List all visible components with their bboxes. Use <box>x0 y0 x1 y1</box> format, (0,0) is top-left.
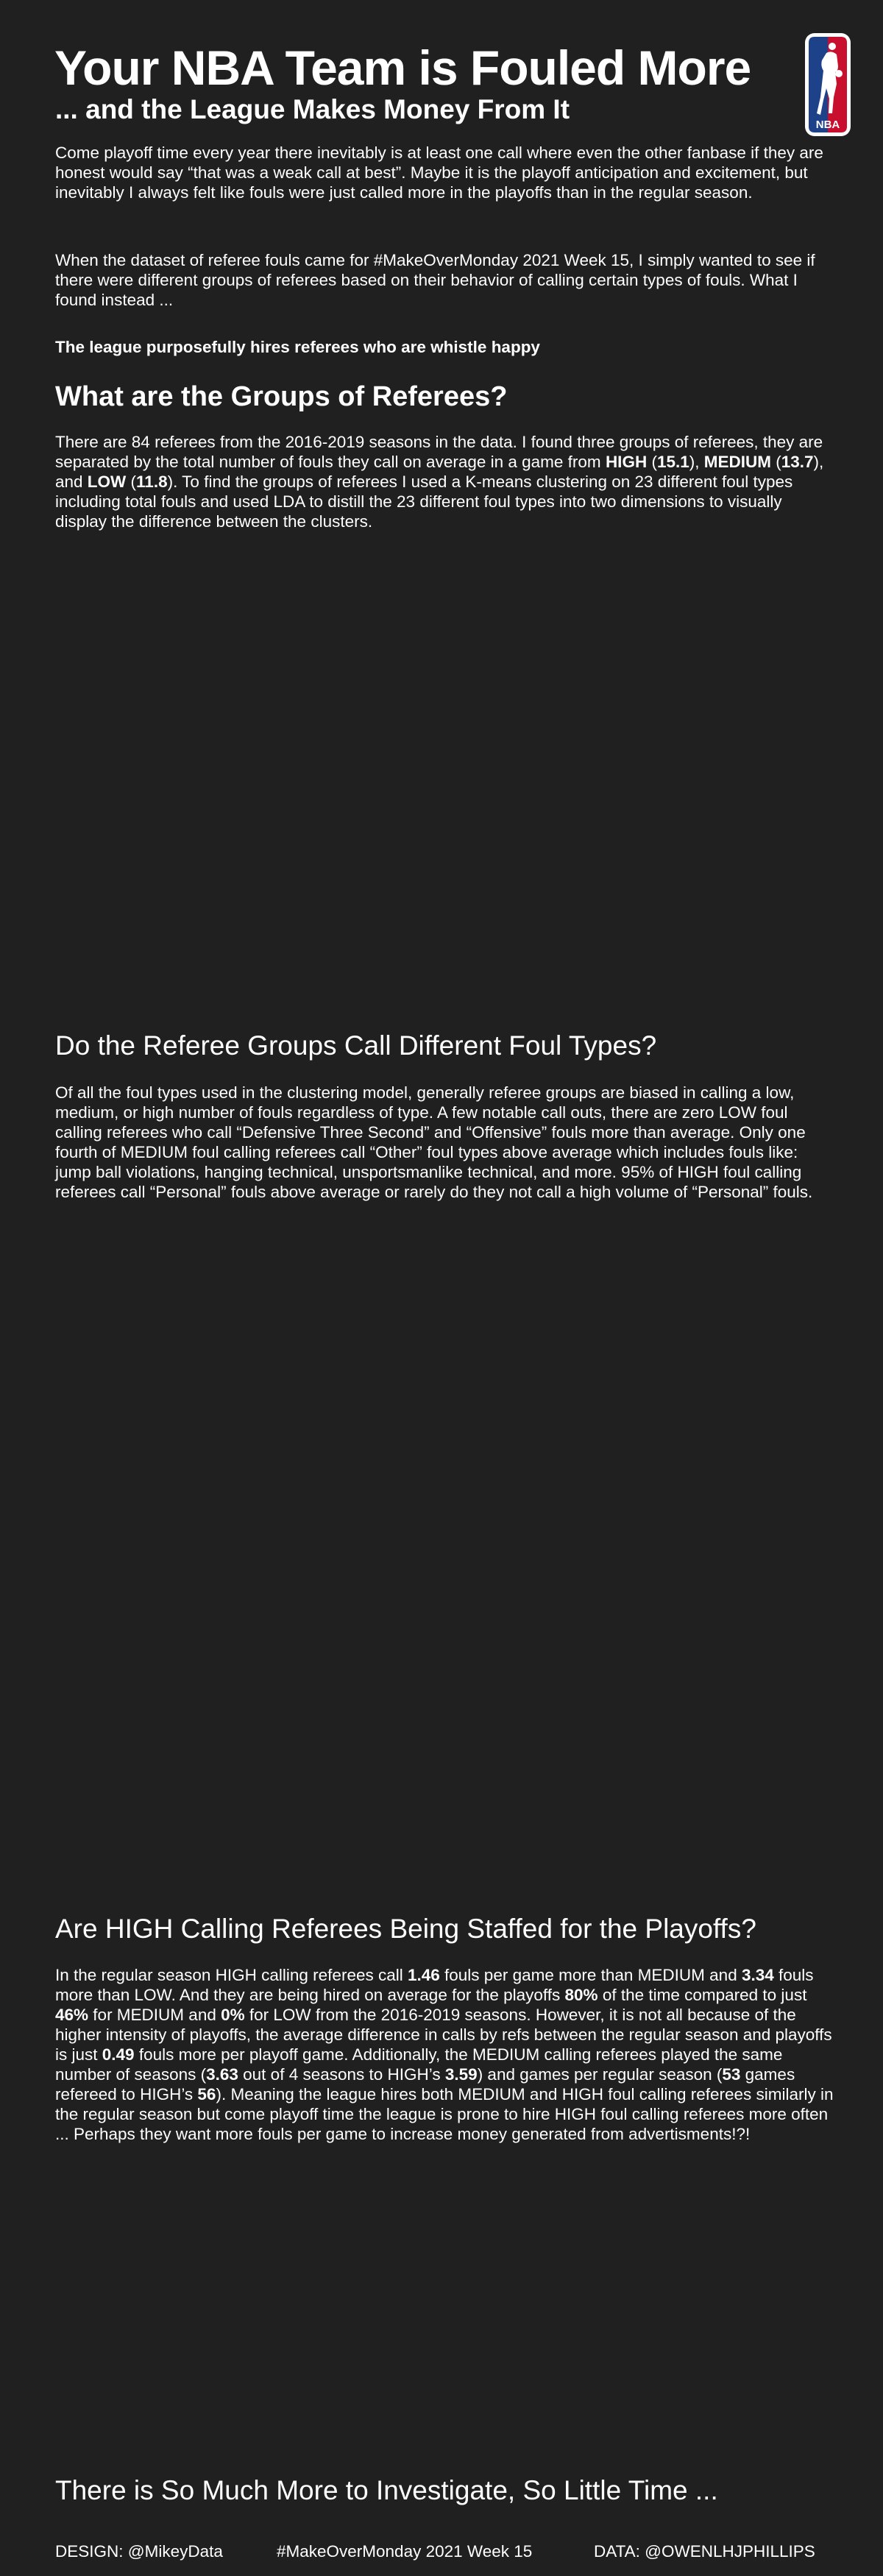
section-heading-foul-types: Do the Referee Groups Call Different Fou… <box>55 1030 657 1061</box>
page-subtitle: ... and the League Makes Money From It <box>55 94 570 124</box>
stat-value: 3.59 <box>444 2065 478 2084</box>
page-title: Your NBA Team is Fouled More <box>54 40 751 95</box>
stat-value: 3.63 <box>206 2065 238 2084</box>
stat-value: 3.34 <box>741 1966 774 1984</box>
sep: ( <box>126 473 137 491</box>
intro-paragraph-1: Come playoff time every year there inevi… <box>55 143 835 202</box>
low-label: LOW <box>87 473 127 491</box>
playoffs-text: for MEDIUM and <box>88 2006 221 2024</box>
section-heading-playoffs: Are HIGH Calling Referees Being Staffed … <box>55 1914 756 1944</box>
sep: ( <box>647 453 657 471</box>
stat-value: 0% <box>221 2006 245 2024</box>
key-finding: The league purposefully hires referees w… <box>55 338 540 356</box>
logo-text: NBA <box>816 118 840 131</box>
intro-paragraph-2: When the dataset of referee fouls came f… <box>55 250 835 310</box>
high-value: 15.1 <box>656 453 689 471</box>
foul-types-paragraph: Of all the foul types used in the cluste… <box>55 1083 835 1202</box>
footer-event: #MakeOverMonday 2021 Week 15 <box>277 2542 533 2561</box>
stat-value: 46% <box>55 2006 89 2024</box>
footer-design-credit: DESIGN: @MikeyData <box>55 2542 223 2561</box>
stat-value: 56 <box>197 2085 216 2103</box>
sep: ), <box>689 453 704 471</box>
playoffs-text: of the time compared to just <box>597 1986 807 2004</box>
foul-types-text: Of all the foul types used in the cluste… <box>55 1083 813 1201</box>
playoffs-text: fouls per game more than MEDIUM and <box>439 1966 742 1984</box>
nba-logo: NBA <box>804 32 851 137</box>
intro-text-2: When the dataset of referee fouls came f… <box>55 251 815 309</box>
playoffs-text: In the regular season HIGH calling refer… <box>55 1966 408 1984</box>
playoffs-text: out of 4 seasons to HIGH’s <box>238 2065 445 2084</box>
section-heading-groups: What are the Groups of Referees? <box>55 381 508 412</box>
groups-paragraph: There are 84 referees from the 2016-2019… <box>55 432 835 531</box>
intro-text-1: Come playoff time every year there inevi… <box>55 144 823 202</box>
playoffs-paragraph: In the regular season HIGH calling refer… <box>55 1965 835 2144</box>
playoffs-text: ) and games per regular season ( <box>477 2065 723 2084</box>
section-heading-more: There is So Much More to Investigate, So… <box>55 2475 718 2505</box>
medium-label: MEDIUM <box>703 453 771 471</box>
sep: ( <box>770 453 781 471</box>
stat-value: 1.46 <box>407 1966 440 1984</box>
stat-value: 0.49 <box>102 2045 135 2064</box>
footer-data-credit: DATA: @OWENLHJPHILLIPS <box>594 2542 815 2561</box>
high-label: HIGH <box>605 453 648 471</box>
nba-logo-icon: NBA <box>805 33 851 136</box>
stat-value: 80% <box>564 1986 598 2004</box>
medium-value: 13.7 <box>781 453 814 471</box>
stat-value: 53 <box>722 2065 741 2084</box>
low-value: 11.8 <box>136 473 168 491</box>
